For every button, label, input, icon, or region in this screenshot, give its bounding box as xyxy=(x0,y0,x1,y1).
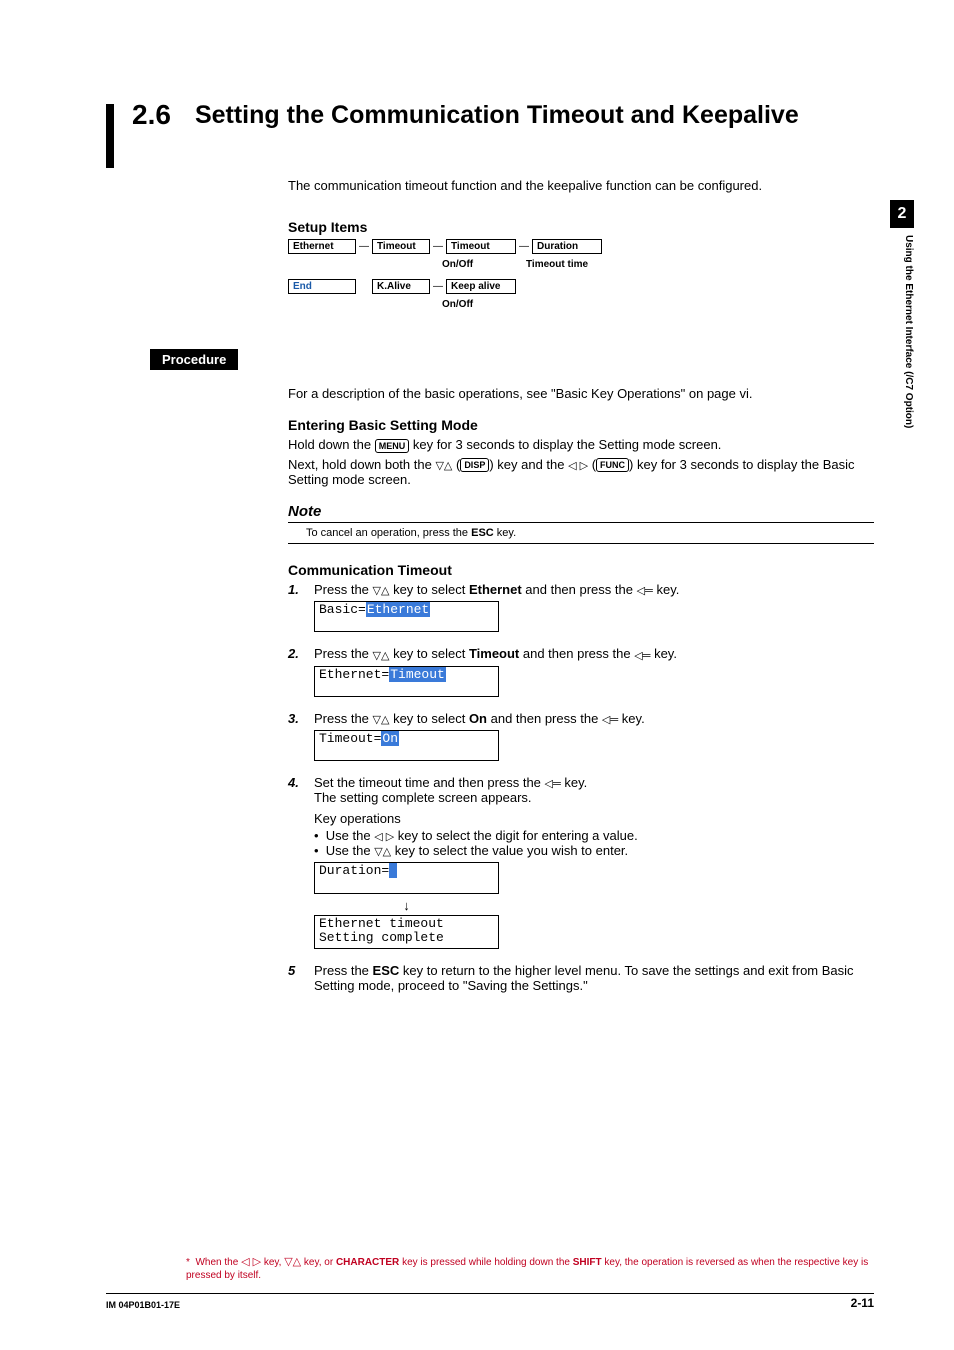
footer-doc-id: IM 04P01B01-17E xyxy=(106,1300,180,1310)
step-number: 1. xyxy=(288,582,314,597)
enter-arrow-icon: ◁═ xyxy=(634,649,650,662)
lcd-display: Timeout=On xyxy=(314,730,499,761)
leftright-arrow-icon: ◁ ▷ xyxy=(241,1255,261,1269)
updown-arrow-icon: ▽△ xyxy=(373,713,390,726)
enter-arrow-icon: ◁═ xyxy=(637,584,653,597)
lcd-display: Duration=0 xyxy=(314,862,499,893)
diag-timeout2: Timeout xyxy=(446,239,516,254)
diag-timeout-time: Timeout time xyxy=(526,259,588,270)
comm-timeout-heading: Communication Timeout xyxy=(288,562,874,578)
diag-keepalive: Keep alive xyxy=(446,279,516,294)
step-5-text: Press the ESC key to return to the highe… xyxy=(314,963,874,993)
updown-arrow-icon: ▽△ xyxy=(284,1255,301,1269)
lcd-display: Basic=Ethernet xyxy=(314,601,499,632)
enter-arrow-icon: ◁═ xyxy=(545,777,561,790)
step-2-text: Press the ▽△ key to select Timeout and t… xyxy=(314,646,874,661)
diag-connector-icon: — xyxy=(430,279,446,294)
updown-arrow-icon: ▽△ xyxy=(373,649,390,662)
intro-text: The communication timeout function and t… xyxy=(288,178,874,193)
entering-mode-heading: Entering Basic Setting Mode xyxy=(288,417,874,433)
lcd-display: Ethernet=Timeout xyxy=(314,666,499,697)
updown-arrow-icon: ▽△ xyxy=(435,459,452,472)
title-bar-icon xyxy=(106,104,114,168)
enter-mode-line2: Next, hold down both the ▽△ (DISP) key a… xyxy=(288,457,874,488)
step-3-text: Press the ▽△ key to select On and then p… xyxy=(314,711,874,726)
diag-kalive: K.Alive xyxy=(372,279,430,294)
diag-onoff: On/Off xyxy=(442,259,526,270)
setup-diagram: Ethernet — Timeout — Timeout — Duration … xyxy=(288,239,874,319)
updown-arrow-icon: ▽△ xyxy=(373,584,390,597)
note-heading: Note xyxy=(288,503,874,520)
section-number: 2.6 xyxy=(132,100,171,131)
footnote: * When the ◁ ▷ key, ▽△ key, or CHARACTER… xyxy=(186,1255,874,1282)
step-4-text: Set the timeout time and then press the … xyxy=(314,775,874,805)
disp-key-icon: DISP xyxy=(460,458,489,472)
menu-key-icon: MENU xyxy=(375,439,410,453)
step-number: 3. xyxy=(288,711,314,726)
diag-connector-icon: — xyxy=(430,239,446,254)
leftright-arrow-icon: ◁ ▷ xyxy=(568,459,588,472)
step-number: 2. xyxy=(288,646,314,661)
note-body: To cancel an operation, press the ESC ke… xyxy=(288,523,874,543)
func-key-icon: FUNC xyxy=(596,458,629,472)
down-arrow-icon: ↓ xyxy=(314,898,499,913)
key-ops-label: Key operations xyxy=(314,811,874,826)
diag-timeout: Timeout xyxy=(372,239,430,254)
footer-rule xyxy=(106,1293,874,1294)
bullet-2: • Use the ▽△ key to select the value you… xyxy=(314,843,874,858)
footer-page: 2-11 xyxy=(851,1296,874,1310)
updown-arrow-icon: ▽△ xyxy=(374,845,391,858)
setup-items-heading: Setup Items xyxy=(288,219,874,235)
enter-arrow-icon: ◁═ xyxy=(602,713,618,726)
diag-keepalive-onoff: On/Off xyxy=(442,299,473,310)
section-title: 2.6 Setting the Communication Timeout an… xyxy=(106,100,874,168)
diag-end: End xyxy=(288,279,356,294)
diag-connector-icon: — xyxy=(356,239,372,254)
section-heading: Setting the Communication Timeout and Ke… xyxy=(195,100,799,130)
step-number: 4. xyxy=(288,775,314,805)
lcd-display: Ethernet timeout Setting complete xyxy=(314,915,499,949)
basic-ops-ref: For a description of the basic operation… xyxy=(288,386,874,401)
diag-ethernet: Ethernet xyxy=(288,239,356,254)
step-number: 5 xyxy=(288,963,314,993)
bullet-1: • Use the ◁ ▷ key to select the digit fo… xyxy=(314,828,874,843)
diag-duration: Duration xyxy=(532,239,602,254)
enter-mode-line1: Hold down the MENU key for 3 seconds to … xyxy=(288,437,874,453)
leftright-arrow-icon: ◁ ▷ xyxy=(374,830,394,843)
step-1-text: Press the ▽△ key to select Ethernet and … xyxy=(314,582,874,597)
procedure-heading: Procedure xyxy=(150,349,238,370)
diag-connector-icon: — xyxy=(516,239,532,254)
